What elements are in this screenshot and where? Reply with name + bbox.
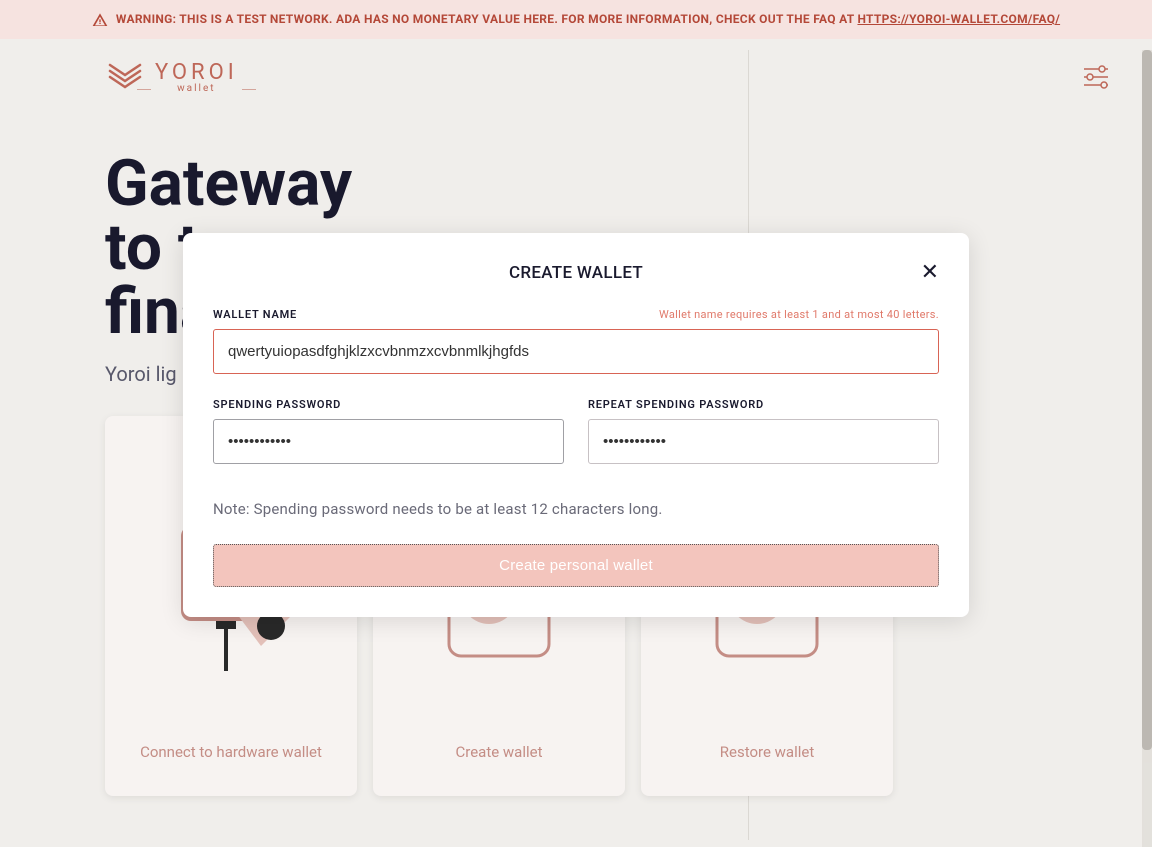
modal-title: CREATE WALLET: [213, 263, 939, 283]
wallet-name-label: WALLET NAME: [213, 308, 297, 321]
create-wallet-modal: CREATE WALLET ✕ WALLET NAME Wallet name …: [183, 233, 969, 617]
close-icon[interactable]: ✕: [921, 259, 939, 285]
repeat-password-label: REPEAT SPENDING PASSWORD: [588, 398, 939, 411]
create-personal-wallet-button[interactable]: Create personal wallet: [213, 544, 939, 587]
password-note: Note: Spending password needs to be at l…: [213, 500, 939, 518]
wallet-name-error: Wallet name requires at least 1 and at m…: [659, 308, 939, 321]
spending-password-input[interactable]: [213, 419, 564, 464]
wallet-name-input[interactable]: [213, 329, 939, 374]
modal-overlay: CREATE WALLET ✕ WALLET NAME Wallet name …: [0, 0, 1152, 847]
repeat-password-input[interactable]: [588, 419, 939, 464]
spending-password-label: SPENDING PASSWORD: [213, 398, 564, 411]
